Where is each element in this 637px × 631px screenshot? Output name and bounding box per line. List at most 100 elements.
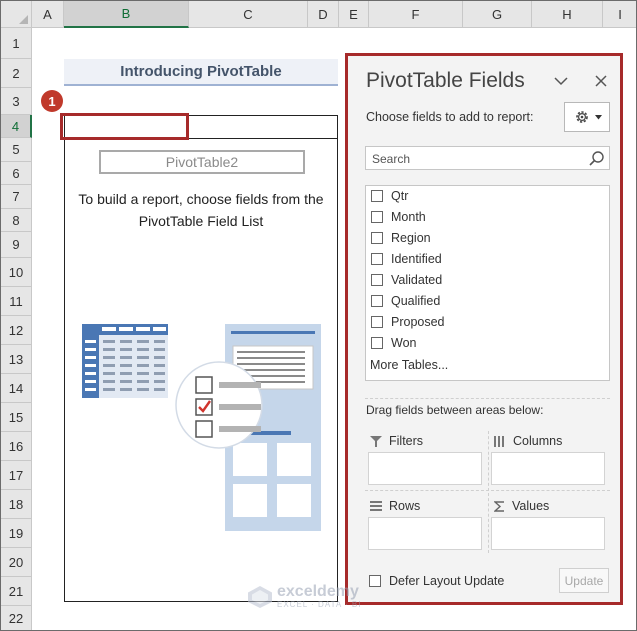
rows-area-label: Rows bbox=[370, 499, 420, 513]
row-header-17[interactable]: 17 bbox=[1, 461, 32, 490]
column-header-b[interactable]: B bbox=[64, 1, 189, 28]
columns-drop-zone[interactable] bbox=[491, 452, 605, 485]
pivot-table-placeholder[interactable]: PivotTable2 To build a report, choose fi… bbox=[64, 115, 338, 602]
row-header-15[interactable]: 15 bbox=[1, 403, 32, 432]
rows-label: Rows bbox=[389, 499, 421, 513]
field-label: Qualified bbox=[391, 294, 441, 308]
filters-area-label: Filters bbox=[370, 434, 423, 448]
update-button[interactable]: Update bbox=[559, 568, 609, 593]
row-header-4[interactable]: 4 bbox=[1, 115, 32, 138]
values-drop-zone[interactable] bbox=[491, 517, 605, 550]
field-checkbox[interactable] bbox=[371, 337, 383, 349]
choose-fields-label: Choose fields to add to report: bbox=[366, 110, 534, 124]
column-header-c[interactable]: C bbox=[189, 1, 308, 28]
rows-drop-zone[interactable] bbox=[368, 517, 482, 550]
pivot-table-name: PivotTable2 bbox=[99, 150, 305, 174]
field-search-box[interactable] bbox=[365, 146, 610, 170]
row-header-12[interactable]: 12 bbox=[1, 316, 32, 345]
gear-icon bbox=[575, 111, 588, 123]
row-header-11[interactable]: 11 bbox=[1, 287, 32, 316]
columns-area-label: Columns bbox=[494, 434, 562, 448]
sheet-title: Introducing PivotTable bbox=[64, 59, 338, 86]
column-header-a[interactable]: A bbox=[32, 1, 64, 28]
row-header-7[interactable]: 7 bbox=[1, 185, 32, 209]
sigma-icon bbox=[494, 500, 504, 512]
field-label: Won bbox=[391, 336, 417, 350]
row-header-21[interactable]: 21 bbox=[1, 577, 32, 606]
defer-label: Defer Layout Update bbox=[389, 574, 505, 588]
field-item-qualified[interactable]: Qualified bbox=[371, 292, 440, 310]
field-checkbox[interactable] bbox=[371, 211, 383, 223]
field-item-qtr[interactable]: Qtr bbox=[371, 187, 408, 205]
row-header-3[interactable]: 3 bbox=[1, 88, 32, 115]
row-header-8[interactable]: 8 bbox=[1, 209, 32, 232]
areas-divider bbox=[365, 398, 610, 399]
column-header-e[interactable]: E bbox=[339, 1, 369, 28]
row-header-13[interactable]: 13 bbox=[1, 345, 32, 374]
pivot-instructions: To build a report, choose fields from th… bbox=[78, 191, 324, 229]
dropdown-arrow-icon bbox=[594, 114, 602, 119]
select-all-corner[interactable] bbox=[1, 1, 32, 28]
field-label: Proposed bbox=[391, 315, 445, 329]
columns-label: Columns bbox=[513, 434, 563, 448]
field-checkbox[interactable] bbox=[371, 295, 383, 307]
column-header-h[interactable]: H bbox=[532, 1, 603, 28]
active-cell-b4[interactable] bbox=[60, 113, 189, 140]
filters-drop-zone[interactable] bbox=[368, 452, 482, 485]
chevron-down-icon[interactable] bbox=[552, 72, 570, 90]
row-header-22[interactable]: 22 bbox=[1, 606, 32, 630]
search-input[interactable] bbox=[372, 150, 572, 167]
area-separator bbox=[488, 431, 489, 491]
filter-icon bbox=[370, 435, 382, 447]
field-label: Region bbox=[391, 231, 431, 245]
search-icon[interactable] bbox=[588, 150, 605, 167]
field-settings-button[interactable] bbox=[564, 102, 610, 132]
pivot-illustration-icon bbox=[82, 324, 321, 531]
field-checkbox[interactable] bbox=[371, 274, 383, 286]
field-item-region[interactable]: Region bbox=[371, 229, 431, 247]
step-badge: 1 bbox=[41, 90, 63, 112]
field-item-validated[interactable]: Validated bbox=[371, 271, 442, 289]
field-checkbox[interactable] bbox=[371, 253, 383, 265]
column-header-i[interactable]: I bbox=[603, 1, 636, 28]
field-checkbox[interactable] bbox=[371, 316, 383, 328]
area-separator bbox=[365, 490, 610, 491]
row-header-10[interactable]: 10 bbox=[1, 258, 32, 287]
spreadsheet: A B C D E F G H I 1 2 3 4 5 6 7 8 9 10 1… bbox=[0, 0, 637, 631]
close-icon[interactable] bbox=[592, 72, 610, 90]
field-label: Month bbox=[391, 210, 426, 224]
watermark-tagline: EXCEL · DATA · BI bbox=[277, 600, 362, 609]
row-header-20[interactable]: 20 bbox=[1, 548, 32, 577]
watermark: exceldemy EXCEL · DATA · BI bbox=[247, 584, 361, 609]
columns-icon bbox=[494, 435, 504, 447]
field-item-identified[interactable]: Identified bbox=[371, 250, 442, 268]
column-header-f[interactable]: F bbox=[369, 1, 463, 28]
row-header-18[interactable]: 18 bbox=[1, 490, 32, 519]
row-header-16[interactable]: 16 bbox=[1, 432, 32, 461]
column-header-g[interactable]: G bbox=[463, 1, 532, 28]
field-label: Identified bbox=[391, 252, 442, 266]
row-header-6[interactable]: 6 bbox=[1, 162, 32, 185]
row-header-9[interactable]: 9 bbox=[1, 232, 32, 258]
rows-icon bbox=[370, 501, 382, 511]
field-list: Qtr Month Region Identified Validated Qu… bbox=[365, 185, 610, 381]
pivot-fields-panel: PivotTable Fields Choose fields to add t… bbox=[345, 53, 623, 605]
field-label: Validated bbox=[391, 273, 443, 287]
field-checkbox[interactable] bbox=[371, 232, 383, 244]
field-item-month[interactable]: Month bbox=[371, 208, 426, 226]
panel-title: PivotTable Fields bbox=[366, 69, 525, 92]
column-header-d[interactable]: D bbox=[308, 1, 339, 28]
field-label: Qtr bbox=[391, 189, 409, 203]
field-checkbox[interactable] bbox=[371, 190, 383, 202]
row-header-14[interactable]: 14 bbox=[1, 374, 32, 403]
more-tables-link[interactable]: More Tables... bbox=[370, 358, 448, 372]
field-item-won[interactable]: Won bbox=[371, 334, 416, 352]
defer-layout-update[interactable]: Defer Layout Update bbox=[369, 574, 504, 588]
field-item-proposed[interactable]: Proposed bbox=[371, 313, 445, 331]
filters-label: Filters bbox=[389, 434, 424, 448]
defer-checkbox[interactable] bbox=[369, 575, 381, 587]
row-header-2[interactable]: 2 bbox=[1, 59, 32, 88]
row-header-19[interactable]: 19 bbox=[1, 519, 32, 548]
row-header-1[interactable]: 1 bbox=[1, 28, 32, 59]
row-header-5[interactable]: 5 bbox=[1, 138, 32, 162]
